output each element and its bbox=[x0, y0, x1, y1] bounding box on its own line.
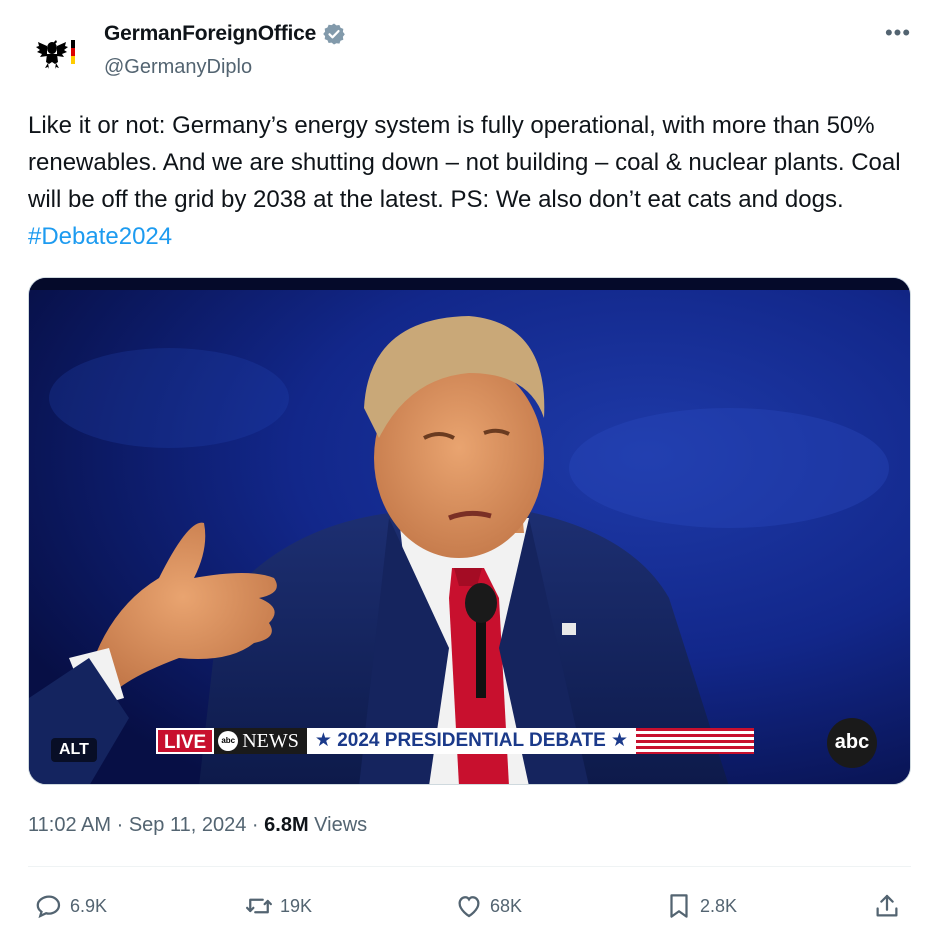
repost-button[interactable]: 19K bbox=[244, 890, 312, 922]
reply-count: 6.9K bbox=[70, 895, 108, 916]
tweet-metadata: 11:02 AM · Sep 11, 2024 · 6.8M Views bbox=[28, 814, 367, 837]
avatar[interactable] bbox=[30, 28, 80, 78]
tweet-date[interactable]: Sep 11, 2024 bbox=[129, 814, 247, 836]
debate-video-frame bbox=[29, 278, 910, 784]
tweet-body: Like it or not: Germany’s energy system … bbox=[28, 112, 901, 213]
views-count: 6.8M bbox=[264, 814, 309, 836]
repost-icon bbox=[246, 898, 272, 914]
author-name-row: GermanForeignOffice bbox=[104, 22, 346, 46]
alt-text-badge[interactable]: ALT bbox=[51, 738, 97, 762]
views-label: Views bbox=[314, 814, 368, 836]
news-chyron: LIVE abc NEWS ★ 2024 PRESIDENTIAL DEBATE… bbox=[156, 728, 755, 754]
like-count: 68K bbox=[490, 895, 523, 916]
share-icon bbox=[876, 894, 898, 917]
author-display-name[interactable]: GermanForeignOffice bbox=[104, 22, 316, 46]
chyron-network-label: NEWS bbox=[242, 730, 299, 752]
bookmark-button[interactable]: 2.8K bbox=[664, 890, 737, 922]
chyron-live-label: LIVE bbox=[156, 728, 215, 754]
reply-button[interactable]: 6.9K bbox=[34, 890, 107, 922]
meta-separator: · bbox=[251, 814, 259, 836]
more-options-icon[interactable]: ••• bbox=[882, 22, 914, 50]
divider bbox=[28, 866, 911, 867]
bookmark-count: 2.8K bbox=[700, 895, 738, 916]
heart-icon bbox=[458, 896, 480, 918]
bookmark-icon bbox=[670, 894, 688, 918]
abc-dot-logo: abc bbox=[218, 731, 239, 751]
tweet-text: Like it or not: Germany’s energy system … bbox=[28, 107, 918, 255]
chyron-stripes bbox=[636, 728, 755, 754]
chyron-headline: ★ 2024 PRESIDENTIAL DEBATE ★ bbox=[306, 728, 637, 754]
reply-icon bbox=[36, 895, 61, 919]
author-handle[interactable]: @GermanyDiplo bbox=[104, 56, 252, 79]
repost-count: 19K bbox=[280, 895, 313, 916]
tweet-media-video[interactable]: ALT LIVE abc NEWS ★ 2024 PRESIDENTIAL DE… bbox=[28, 277, 911, 785]
tweet-card: GermanForeignOffice @GermanyDiplo ••• Li… bbox=[0, 0, 938, 941]
share-button[interactable] bbox=[872, 890, 902, 922]
meta-separator: · bbox=[116, 814, 124, 836]
hashtag-link[interactable]: #Debate2024 bbox=[28, 223, 172, 250]
tweet-time[interactable]: 11:02 AM bbox=[28, 814, 111, 836]
chyron-network: abc NEWS bbox=[214, 728, 307, 754]
verified-badge-icon[interactable] bbox=[322, 22, 346, 46]
federal-eagle-icon bbox=[36, 40, 75, 69]
like-button[interactable]: 68K bbox=[454, 890, 522, 922]
abc-corner-logo: abc bbox=[827, 718, 877, 768]
